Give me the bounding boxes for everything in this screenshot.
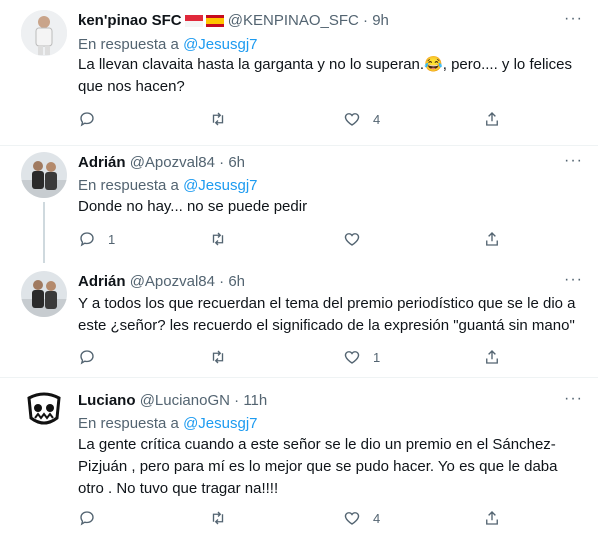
indonesia-flag-icon — [184, 14, 203, 31]
reply-mention[interactable]: @Jesusgj7 — [183, 177, 257, 194]
thread-line — [43, 202, 45, 263]
reply-button[interactable] — [78, 347, 108, 367]
more-options-icon[interactable]: ··· — [564, 391, 582, 412]
timestamp[interactable]: 9h — [372, 12, 389, 29]
share-icon — [486, 232, 498, 246]
tweet-header: Adrián @Apozval84 · 6h — [78, 154, 245, 171]
reply-icon — [80, 350, 94, 365]
display-name[interactable]: ken'pinao SFC — [78, 12, 182, 29]
share-icon — [486, 112, 498, 126]
share-icon — [486, 511, 498, 525]
retweet-button[interactable] — [209, 109, 239, 129]
share-button[interactable] — [483, 347, 501, 367]
like-button[interactable] — [343, 229, 373, 249]
reply-context: En respuesta a @Jesusgj7 — [78, 177, 258, 194]
tweet-text: Donde no hay... no se puede pedir — [78, 198, 308, 215]
more-options-icon[interactable]: ··· — [564, 153, 582, 174]
heart-icon — [344, 512, 360, 525]
user-handle[interactable]: @Apozval84 — [130, 273, 215, 290]
like-button[interactable]: 1 — [343, 347, 380, 367]
action-bar: 4 — [78, 508, 498, 528]
share-button[interactable] — [483, 109, 501, 129]
user-handle[interactable]: @Apozval84 — [130, 154, 215, 171]
reply-mention[interactable]: @Jesusgj7 — [183, 415, 257, 432]
retweet-button[interactable] — [209, 229, 239, 249]
separator-dot: · — [234, 392, 240, 409]
action-bar: 1 — [78, 229, 498, 249]
display-name[interactable]: Adrián — [78, 273, 126, 290]
heart-icon — [344, 233, 360, 246]
display-name[interactable]: Luciano — [78, 392, 136, 409]
share-icon — [486, 350, 498, 364]
tweet-4[interactable]: Luciano @LucianoGN · 11h ··· En respuest… — [0, 378, 598, 535]
retweet-icon — [212, 511, 224, 525]
timestamp[interactable]: 11h — [243, 392, 267, 409]
separator-dot: · — [219, 154, 225, 171]
like-button[interactable]: 4 — [343, 508, 380, 528]
avatar-kenpinao[interactable] — [21, 10, 67, 56]
display-name[interactable]: Adrián — [78, 154, 126, 171]
tweet-text: Y a todos los que recuerdan el tema del … — [78, 295, 576, 334]
reply-icon — [80, 112, 94, 127]
timestamp[interactable]: 6h — [228, 273, 245, 290]
separator-dot: · — [219, 273, 225, 290]
user-handle[interactable]: @KENPINAO_SFC — [228, 12, 359, 29]
tweet-header: ken'pinao SFC @KENPINAO_SFC · 9h — [78, 12, 389, 31]
avatar-adrian[interactable] — [21, 271, 67, 317]
tweet-text: La gente crítica cuando a este señor se … — [78, 436, 558, 497]
more-options-icon[interactable]: ··· — [564, 272, 582, 293]
reply-context: En respuesta a @Jesusgj7 — [78, 415, 258, 432]
reply-prefix: En respuesta a — [78, 36, 179, 53]
retweet-icon — [212, 112, 224, 126]
timestamp[interactable]: 6h — [228, 154, 245, 171]
retweet-icon — [212, 232, 224, 246]
reply-icon — [80, 232, 94, 247]
avatar-adrian[interactable] — [21, 152, 67, 198]
retweet-button[interactable] — [209, 508, 239, 528]
user-handle[interactable]: @LucianoGN — [140, 392, 230, 409]
reply-button[interactable]: 1 — [78, 229, 115, 249]
like-button[interactable]: 4 — [343, 109, 380, 129]
tweet-2[interactable]: Adrián @Apozval84 · 6h ··· En respuesta … — [0, 146, 598, 263]
retweet-icon — [212, 350, 224, 364]
reply-prefix: En respuesta a — [78, 177, 179, 194]
reply-context: En respuesta a @Jesusgj7 — [78, 36, 258, 53]
share-button[interactable] — [483, 508, 501, 528]
reply-mention[interactable]: @Jesusgj7 — [183, 36, 257, 53]
tweet-header: Adrián @Apozval84 · 6h — [78, 273, 245, 290]
reply-icon — [80, 511, 94, 526]
heart-icon — [344, 351, 360, 364]
avatar-luciano[interactable] — [21, 388, 67, 434]
retweet-button[interactable] — [209, 347, 239, 367]
tweet-text: La llevan clavaita hasta la garganta y n… — [78, 56, 572, 95]
reply-button[interactable] — [78, 508, 108, 528]
heart-icon — [344, 113, 360, 126]
share-button[interactable] — [483, 229, 501, 249]
tweet-1[interactable]: ken'pinao SFC @KENPINAO_SFC · 9h ··· En … — [0, 0, 598, 145]
reply-button[interactable] — [78, 109, 108, 129]
action-bar: 4 — [78, 109, 498, 129]
action-bar: 1 — [78, 347, 498, 367]
tweet-header: Luciano @LucianoGN · 11h — [78, 392, 267, 409]
separator-dot: · — [363, 12, 369, 29]
tweet-3[interactable]: Adrián @Apozval84 · 6h ··· Y a todos los… — [0, 263, 598, 377]
more-options-icon[interactable]: ··· — [564, 11, 582, 32]
reply-prefix: En respuesta a — [78, 415, 179, 432]
spain-flag-icon — [205, 14, 224, 31]
